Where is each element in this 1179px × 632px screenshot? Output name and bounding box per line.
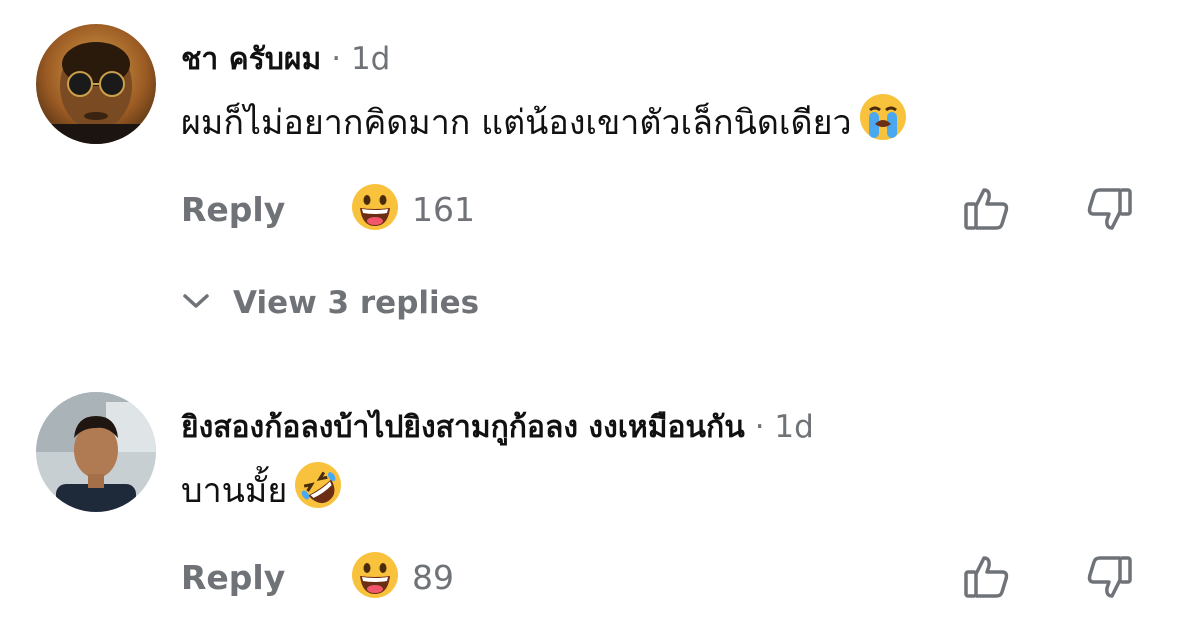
author-line: ยิงสองก้อลงบ้าไปยิงสามกูก้อลง งงเหมือนกั… bbox=[181, 404, 814, 451]
comment-text-row: บานมั้ย bbox=[181, 460, 343, 519]
reply-button[interactable]: Reply bbox=[181, 190, 285, 229]
comment-actions: Reply 89 bbox=[0, 550, 1179, 610]
thumbs-up-icon[interactable] bbox=[960, 550, 1014, 604]
author-line: ชา ครับผม · 1d bbox=[181, 36, 390, 83]
timestamp: · 1d bbox=[754, 409, 814, 445]
view-replies-label: View 3 replies bbox=[233, 285, 480, 321]
comment-text: บานมั้ย bbox=[181, 470, 288, 511]
loudly-crying-face-icon bbox=[858, 92, 908, 151]
thumbs-down-icon[interactable] bbox=[1082, 182, 1136, 236]
timestamp: · 1d bbox=[331, 41, 391, 77]
comment-text: ผมก็ไม่อยากคิดมาก แต่น้องเขาตัวเล็กนิดเด… bbox=[181, 102, 852, 143]
author-name[interactable]: ยิงสองก้อลงบ้าไปยิงสามกูก้อลง งงเหมือนกั… bbox=[181, 404, 745, 451]
comment-actions: Reply 161 bbox=[0, 182, 1179, 242]
avatar-image bbox=[36, 392, 156, 512]
avatar[interactable] bbox=[36, 392, 156, 512]
reply-button[interactable]: Reply bbox=[181, 558, 285, 597]
avatar[interactable] bbox=[36, 24, 156, 144]
author-name[interactable]: ชา ครับผม bbox=[181, 36, 321, 83]
comment-text-row: ผมก็ไม่อยากคิดมาก แต่น้องเขาตัวเล็กนิดเด… bbox=[181, 92, 908, 151]
rolling-on-floor-laughing-icon bbox=[293, 460, 343, 519]
grinning-face-icon[interactable] bbox=[350, 550, 400, 600]
reaction-count: 89 bbox=[412, 558, 454, 597]
thumbs-down-icon[interactable] bbox=[1082, 550, 1136, 604]
view-replies-button[interactable]: View 3 replies bbox=[181, 285, 479, 321]
thumbs-up-icon[interactable] bbox=[960, 182, 1014, 236]
grinning-face-icon[interactable] bbox=[350, 182, 400, 232]
reaction-count: 161 bbox=[412, 190, 475, 229]
avatar-image bbox=[36, 24, 156, 144]
chevron-down-icon bbox=[181, 291, 211, 315]
